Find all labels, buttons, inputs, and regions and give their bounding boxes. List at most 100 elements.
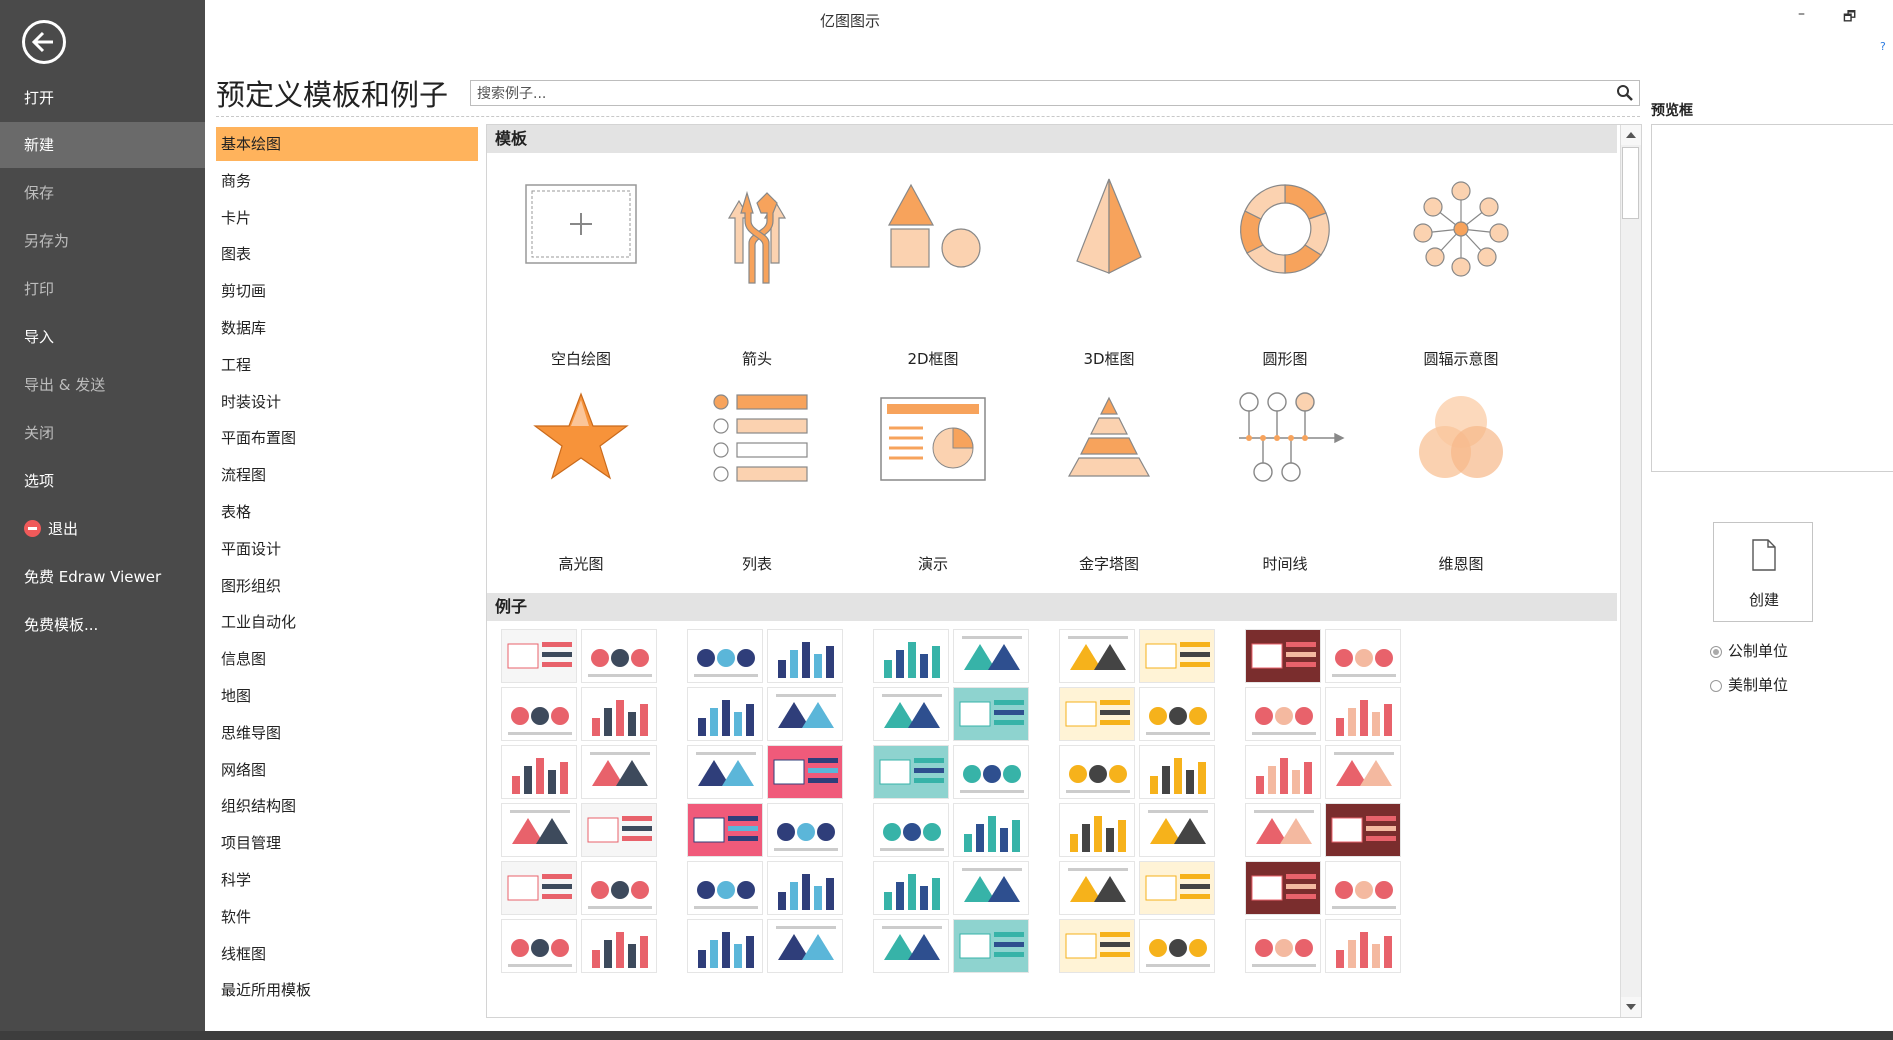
category-item[interactable]: 平面布置图: [216, 421, 478, 455]
create-button[interactable]: 创建: [1713, 522, 1813, 622]
example-thumbnail[interactable]: [1325, 919, 1401, 973]
template-highlight[interactable]: 高光图: [501, 378, 661, 573]
category-item[interactable]: 网络图: [216, 753, 478, 787]
example-thumbnail[interactable]: [873, 687, 949, 741]
minimize-button[interactable]: –: [1798, 6, 1805, 22]
sidebar-item-options[interactable]: 选项: [0, 458, 205, 504]
example-thumbnail[interactable]: [953, 919, 1029, 973]
example-thumbnail[interactable]: [1059, 803, 1135, 857]
example-thumbnail[interactable]: [873, 745, 949, 799]
example-thumbnail[interactable]: [873, 861, 949, 915]
example-thumbnail[interactable]: [767, 745, 843, 799]
category-item[interactable]: 科学: [216, 863, 478, 897]
category-item[interactable]: 图表: [216, 237, 478, 271]
example-thumbnail[interactable]: [1139, 861, 1215, 915]
example-thumbnail[interactable]: [1325, 687, 1401, 741]
example-thumbnail[interactable]: [501, 803, 577, 857]
example-thumbnail[interactable]: [1325, 629, 1401, 683]
example-thumbnail[interactable]: [1325, 861, 1401, 915]
example-thumbnail[interactable]: [501, 629, 577, 683]
sidebar-item-save[interactable]: 保存: [0, 170, 205, 216]
example-thumbnail[interactable]: [1059, 861, 1135, 915]
metric-units-radio[interactable]: 公制单位: [1710, 640, 1788, 661]
example-thumbnail[interactable]: [1245, 745, 1321, 799]
example-thumbnail[interactable]: [873, 803, 949, 857]
category-item[interactable]: 卡片: [216, 201, 478, 235]
example-thumbnail[interactable]: [501, 687, 577, 741]
example-thumbnail[interactable]: [1325, 803, 1401, 857]
us-units-radio[interactable]: 美制单位: [1710, 674, 1788, 695]
example-thumbnail[interactable]: [767, 803, 843, 857]
sidebar-item-save-as[interactable]: 另存为: [0, 218, 205, 264]
example-thumbnail[interactable]: [501, 919, 577, 973]
example-thumbnail[interactable]: [581, 745, 657, 799]
template-arrows[interactable]: 箭头: [677, 173, 837, 368]
category-item[interactable]: 工程: [216, 348, 478, 382]
scroll-up-arrow-icon[interactable]: [1621, 125, 1641, 145]
example-thumbnail[interactable]: [1245, 919, 1321, 973]
category-item[interactable]: 线框图: [216, 937, 478, 971]
sidebar-item-exit[interactable]: 退出: [0, 506, 205, 552]
example-thumbnail[interactable]: [1139, 629, 1215, 683]
example-thumbnail[interactable]: [1059, 687, 1135, 741]
example-thumbnail[interactable]: [873, 629, 949, 683]
category-item[interactable]: 思维导图: [216, 716, 478, 750]
example-thumbnail[interactable]: [687, 629, 763, 683]
vertical-scrollbar[interactable]: [1620, 125, 1641, 1017]
search-input[interactable]: [475, 82, 1599, 106]
sidebar-item-free-templates[interactable]: 免费模板...: [0, 602, 205, 648]
example-thumbnail[interactable]: [501, 861, 577, 915]
example-thumbnail[interactable]: [767, 861, 843, 915]
example-thumbnail[interactable]: [767, 629, 843, 683]
template-spoke[interactable]: 圆辐示意图: [1381, 173, 1541, 368]
category-item[interactable]: 流程图: [216, 458, 478, 492]
example-thumbnail[interactable]: [581, 919, 657, 973]
category-item[interactable]: 地图: [216, 679, 478, 713]
template-presentation[interactable]: 演示: [853, 378, 1013, 573]
example-thumbnail[interactable]: [501, 745, 577, 799]
category-item[interactable]: 平面设计: [216, 532, 478, 566]
category-item[interactable]: 商务: [216, 164, 478, 198]
example-thumbnail[interactable]: [1059, 919, 1135, 973]
example-thumbnail[interactable]: [1059, 629, 1135, 683]
example-thumbnail[interactable]: [581, 861, 657, 915]
example-thumbnail[interactable]: [1245, 629, 1321, 683]
sidebar-item-close[interactable]: 关闭: [0, 410, 205, 456]
category-item[interactable]: 最近所用模板: [216, 973, 478, 1007]
example-thumbnail[interactable]: [873, 919, 949, 973]
category-item[interactable]: 时装设计: [216, 385, 478, 419]
example-thumbnail[interactable]: [687, 861, 763, 915]
restore-button[interactable]: 🗗: [1843, 6, 1856, 30]
example-thumbnail[interactable]: [767, 687, 843, 741]
example-thumbnail[interactable]: [687, 745, 763, 799]
scroll-thumb[interactable]: [1622, 147, 1639, 219]
example-thumbnail[interactable]: [687, 687, 763, 741]
example-thumbnail[interactable]: [1245, 687, 1321, 741]
example-thumbnail[interactable]: [1139, 919, 1215, 973]
example-thumbnail[interactable]: [1059, 745, 1135, 799]
template-2d-block[interactable]: 2D框图: [853, 173, 1013, 368]
template-list[interactable]: 列表: [677, 378, 837, 573]
example-thumbnail[interactable]: [767, 919, 843, 973]
category-item[interactable]: 项目管理: [216, 826, 478, 860]
example-thumbnail[interactable]: [953, 861, 1029, 915]
help-link[interactable]: ?: [1880, 40, 1886, 53]
example-thumbnail[interactable]: [953, 745, 1029, 799]
sidebar-item-free-viewer[interactable]: 免费 Edraw Viewer: [0, 554, 205, 600]
example-thumbnail[interactable]: [1139, 803, 1215, 857]
sidebar-item-new[interactable]: 新建: [0, 122, 205, 168]
category-item[interactable]: 剪切画: [216, 274, 478, 308]
sidebar-item-open[interactable]: 打开: [0, 75, 205, 121]
category-item[interactable]: 表格: [216, 495, 478, 529]
category-item[interactable]: 图形组织: [216, 569, 478, 603]
scroll-down-arrow-icon[interactable]: [1621, 997, 1641, 1017]
example-thumbnail[interactable]: [1245, 803, 1321, 857]
example-thumbnail[interactable]: [687, 919, 763, 973]
example-thumbnail[interactable]: [687, 803, 763, 857]
category-item[interactable]: 组织结构图: [216, 789, 478, 823]
example-thumbnail[interactable]: [581, 803, 657, 857]
example-thumbnail[interactable]: [1139, 745, 1215, 799]
category-item[interactable]: 工业自动化: [216, 605, 478, 639]
example-thumbnail[interactable]: [1325, 745, 1401, 799]
category-item[interactable]: 基本绘图: [216, 127, 478, 161]
